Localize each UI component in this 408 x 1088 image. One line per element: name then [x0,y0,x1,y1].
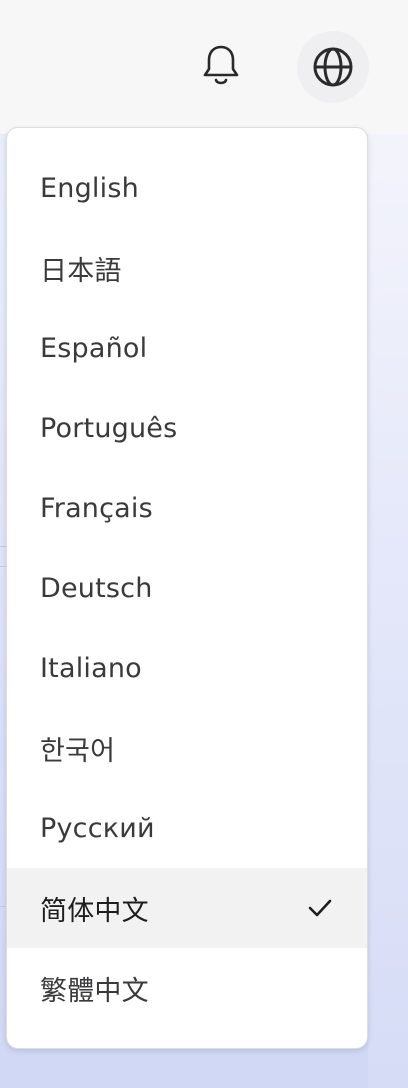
language-label: 한국어 [40,735,116,767]
language-label: Deutsch [40,572,153,604]
language-label: Français [40,492,153,524]
language-option-japanese[interactable]: 日本語 [7,228,367,308]
language-label: Italiano [40,652,142,684]
language-option-portuguese[interactable]: Português [7,388,367,468]
checkmark-icon [308,899,332,917]
language-label: 简体中文 [40,895,149,927]
top-bar [0,0,408,135]
language-label: Português [40,412,178,444]
language-label: Español [40,332,148,364]
bell-icon [203,45,239,85]
language-option-italian[interactable]: Italiano [7,628,367,708]
language-button[interactable] [297,31,369,103]
language-label: 繁體中文 [40,975,149,1007]
language-list: English 日本語 Español Português Français D… [7,148,367,1028]
language-option-french[interactable]: Français [7,468,367,548]
language-dropdown: English 日本語 Español Português Français D… [6,127,368,1049]
language-option-traditional-chinese[interactable]: 繁體中文 [7,948,367,1028]
language-option-english[interactable]: English [7,148,367,228]
language-option-german[interactable]: Deutsch [7,548,367,628]
background-panel [368,134,408,1088]
language-label: 日本語 [40,255,122,287]
language-label: English [40,172,139,204]
language-label: Русский [40,812,155,844]
language-option-russian[interactable]: Русский [7,788,367,868]
language-option-korean[interactable]: 한국어 [7,708,367,788]
language-option-simplified-chinese[interactable]: 简体中文 [7,868,367,948]
globe-icon [313,47,353,87]
notifications-button[interactable] [192,36,250,94]
language-option-spanish[interactable]: Español [7,308,367,388]
